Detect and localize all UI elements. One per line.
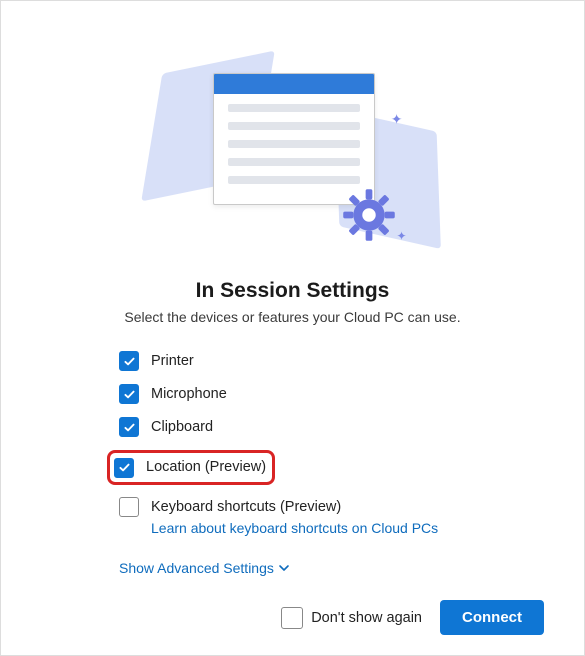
option-keyboard-label: Keyboard shortcuts (Preview): [151, 499, 341, 515]
option-microphone[interactable]: Microphone: [119, 382, 544, 407]
sparkle-icon: ✦: [396, 229, 406, 243]
show-advanced-settings-link[interactable]: Show Advanced Settings: [119, 560, 544, 576]
checkbox-dont-show-again[interactable]: [281, 607, 303, 629]
option-microphone-label: Microphone: [151, 384, 227, 405]
location-highlight: Location (Preview): [107, 450, 275, 485]
connect-button[interactable]: Connect: [440, 600, 544, 635]
dialog-title: In Session Settings: [41, 279, 544, 303]
dialog-subtitle: Select the devices or features your Clou…: [41, 309, 544, 325]
option-clipboard-label: Clipboard: [151, 417, 213, 438]
dont-show-again-label: Don't show again: [311, 610, 422, 626]
option-location-label: Location (Preview): [146, 457, 266, 478]
sparkle-icon: ✦: [391, 111, 403, 128]
dont-show-again-option[interactable]: Don't show again: [281, 607, 422, 629]
options-list: Printer Microphone Clipboard Location (P…: [119, 349, 544, 546]
checkbox-keyboard[interactable]: [119, 497, 139, 517]
window-illustration: [213, 73, 375, 205]
option-clipboard[interactable]: Clipboard: [119, 415, 544, 440]
option-printer-label: Printer: [151, 351, 194, 372]
show-advanced-settings-label: Show Advanced Settings: [119, 560, 274, 576]
checkbox-printer[interactable]: [119, 351, 139, 371]
checkbox-clipboard[interactable]: [119, 417, 139, 437]
session-settings-dialog: ✦ ✦ In Session Settings Select the devic…: [0, 0, 585, 656]
dialog-footer: Don't show again Connect: [41, 580, 544, 635]
chevron-down-icon: [278, 562, 290, 574]
checkbox-microphone[interactable]: [119, 384, 139, 404]
option-printer[interactable]: Printer: [119, 349, 544, 374]
illustration: ✦ ✦: [41, 41, 544, 251]
gear-icon: [341, 187, 397, 243]
keyboard-learn-link[interactable]: Learn about keyboard shortcuts on Cloud …: [151, 520, 438, 536]
option-location[interactable]: Location (Preview): [113, 448, 544, 487]
checkbox-location[interactable]: [114, 458, 134, 478]
option-keyboard[interactable]: Keyboard shortcuts (Preview) Learn about…: [119, 495, 544, 538]
